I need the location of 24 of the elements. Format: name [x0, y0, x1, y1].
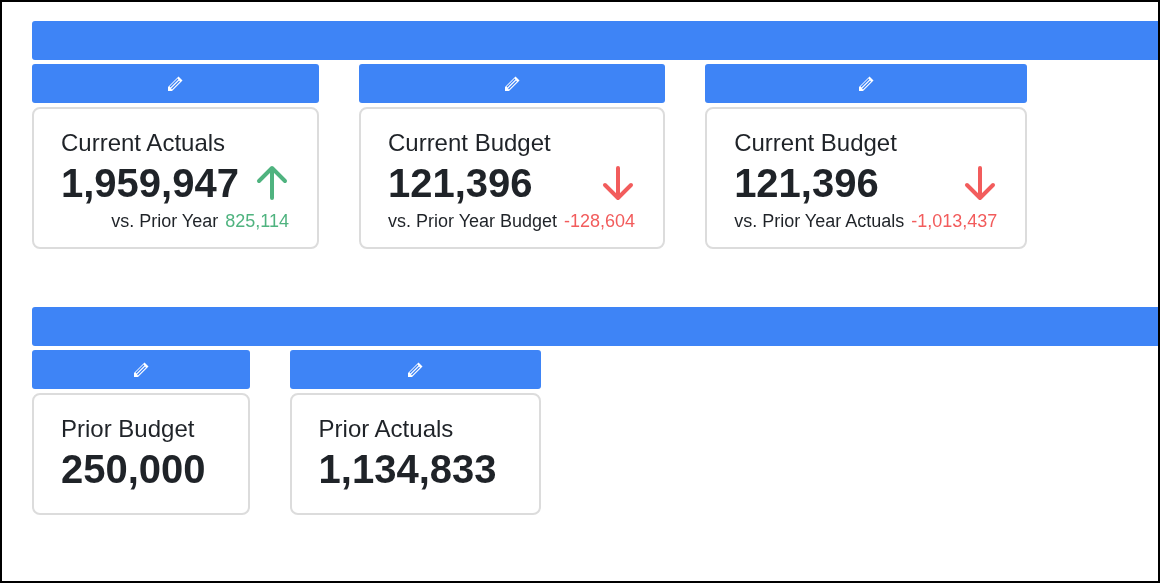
- edit-button[interactable]: [289, 350, 541, 389]
- edit-button[interactable]: [705, 64, 1028, 103]
- kpi-title: Current Budget: [387, 128, 552, 158]
- edit-button[interactable]: [32, 64, 319, 103]
- kpi-value: 121,396: [734, 160, 879, 207]
- comparison-label: vs. Prior Year Budget: [387, 210, 558, 233]
- kpi-value: 121,396: [387, 160, 533, 207]
- comparison-delta: -128,604: [564, 210, 636, 233]
- kpi-title: Prior Budget: [61, 414, 196, 444]
- up-arrow-icon: [254, 164, 289, 202]
- kpi-value: 250,000: [61, 446, 206, 493]
- down-arrow-icon: [601, 164, 636, 202]
- edit-button[interactable]: [358, 64, 666, 103]
- comparison-delta: -1,013,437: [911, 210, 998, 233]
- down-arrow-icon: [963, 164, 998, 202]
- kpi-title: Prior Actuals: [318, 414, 455, 444]
- kpi-title: Current Actuals: [61, 128, 227, 158]
- kpi-value: 1,134,833: [318, 446, 497, 493]
- edit-button[interactable]: [32, 350, 250, 389]
- kpi-title: Current Budget: [734, 128, 898, 158]
- comparison-label: vs. Prior Year: [111, 210, 219, 233]
- comparison-delta: 825,114: [225, 210, 289, 233]
- comparison-label: vs. Prior Year Actuals: [734, 210, 905, 233]
- kpi-value: 1,959,947: [61, 160, 239, 207]
